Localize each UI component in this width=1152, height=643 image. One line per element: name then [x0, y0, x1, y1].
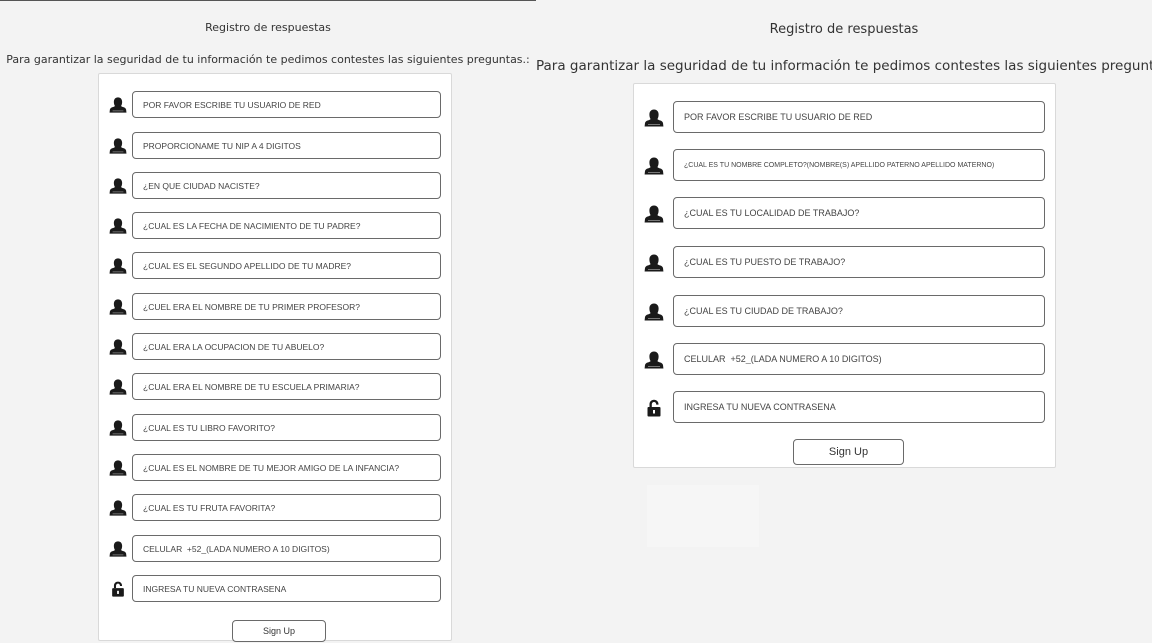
lock-icon: [644, 398, 662, 417]
form-row: [634, 246, 1055, 278]
father-birthdate-input[interactable]: [132, 212, 441, 239]
right-form-panel: Registro de respuestas Para garantizar l…: [536, 0, 1152, 643]
first-teacher-input[interactable]: [132, 293, 441, 320]
sign-up-button[interactable]: Sign Up: [232, 620, 326, 642]
sign-up-button[interactable]: Sign Up: [793, 439, 904, 465]
user-icon: [109, 338, 127, 356]
form-row: [99, 172, 451, 199]
birth-city-input[interactable]: [132, 172, 441, 199]
form-row: [634, 197, 1055, 229]
user-icon: [644, 156, 664, 175]
user-icon: [644, 204, 664, 223]
user-icon: [109, 257, 127, 275]
form-row: [99, 494, 451, 521]
form-row: [99, 414, 451, 441]
left-form-panel: Registro de respuestas Para garantizar l…: [0, 0, 536, 643]
form-row: [99, 212, 451, 239]
new-password-input[interactable]: [132, 575, 441, 602]
user-icon: [644, 108, 664, 127]
network-username-input[interactable]: [673, 101, 1045, 133]
job-position-input[interactable]: [673, 246, 1045, 278]
user-icon: [109, 177, 127, 195]
form-card: Sign Up: [98, 73, 452, 642]
user-icon: [109, 217, 127, 235]
page: Registro de respuestas Para garantizar l…: [0, 0, 1152, 643]
user-icon: [109, 540, 127, 558]
user-icon: [109, 137, 127, 155]
page-title: Registro de respuestas: [205, 21, 331, 34]
cellphone-input[interactable]: [673, 343, 1045, 375]
form-row: [99, 293, 451, 320]
user-icon: [109, 459, 127, 477]
form-row: [634, 391, 1055, 423]
mother-surname-input[interactable]: [132, 252, 441, 279]
form-row: [634, 295, 1055, 327]
form-row: [99, 252, 451, 279]
user-icon: [109, 298, 127, 316]
grandfather-occupation-input[interactable]: [132, 333, 441, 360]
blank-panel: [647, 485, 759, 547]
user-icon: [109, 96, 127, 114]
full-name-input[interactable]: [673, 149, 1045, 181]
user-icon: [109, 499, 127, 517]
form-row: [99, 373, 451, 400]
form-row: [634, 101, 1055, 133]
form-row: [99, 333, 451, 360]
page-title: Registro de respuestas: [769, 22, 919, 37]
form-row: [99, 535, 451, 562]
user-icon: [644, 302, 664, 321]
primary-school-input[interactable]: [132, 373, 441, 400]
network-username-input[interactable]: [132, 91, 441, 118]
favorite-fruit-input[interactable]: [132, 494, 441, 521]
form-card: Sign Up: [633, 83, 1056, 468]
user-icon: [644, 253, 664, 272]
user-icon: [644, 350, 664, 369]
form-row: [99, 575, 451, 602]
form-row: [99, 91, 451, 118]
work-location-input[interactable]: [673, 197, 1045, 229]
form-row: [634, 343, 1055, 375]
page-subtitle: Para garantizar la seguridad de tu infor…: [6, 53, 530, 66]
work-city-input[interactable]: [673, 295, 1045, 327]
page-subtitle: Para garantizar la seguridad de tu infor…: [536, 58, 1152, 74]
form-row: [99, 132, 451, 159]
childhood-friend-input[interactable]: [132, 454, 441, 481]
user-icon: [109, 419, 127, 437]
pin-input[interactable]: [132, 132, 441, 159]
new-password-input[interactable]: [673, 391, 1045, 423]
user-icon: [109, 378, 127, 396]
form-row: [99, 454, 451, 481]
favorite-book-input[interactable]: [132, 414, 441, 441]
cellphone-input[interactable]: [132, 535, 441, 562]
lock-icon: [109, 580, 127, 598]
form-row: [634, 149, 1055, 181]
